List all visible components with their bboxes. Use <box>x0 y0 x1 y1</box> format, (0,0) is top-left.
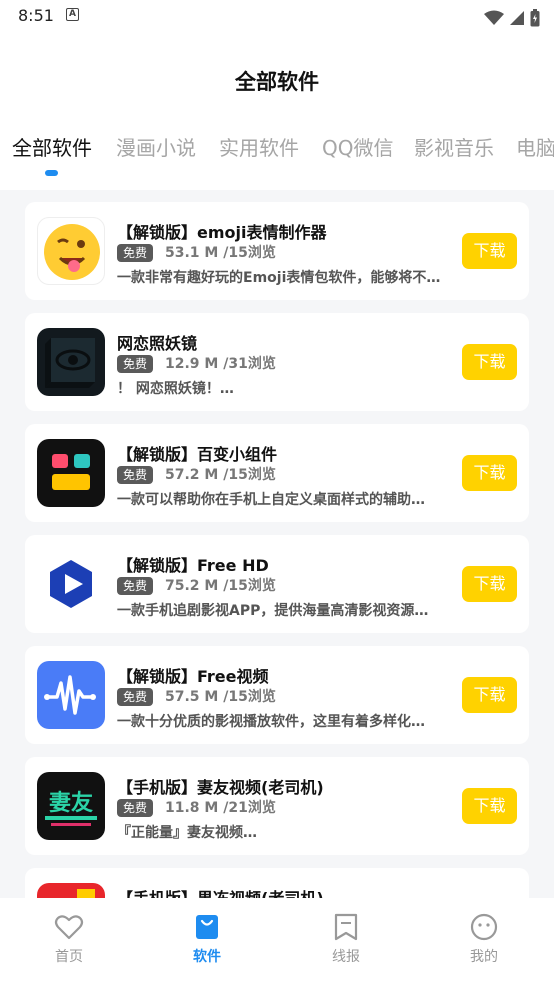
nav-software[interactable]: 软件 <box>167 912 247 966</box>
nav-home-label: 首页 <box>55 949 83 965</box>
tab-comics-novels[interactable]: 漫画小说 <box>116 132 196 161</box>
play-hexagon-icon <box>37 550 105 618</box>
app-name: 【手机版】妻友视频(老司机) <box>117 778 324 797</box>
wifi-icon <box>483 10 504 25</box>
download-button[interactable]: 下载 <box>462 455 517 491</box>
app-description: ！ 网恋照妖镜！… <box>117 381 234 397</box>
app-meta: 11.8 M /21浏览 <box>165 800 276 816</box>
free-badge: 免费 <box>117 244 154 262</box>
app-description: 『正能量』妻友视频… <box>117 825 257 841</box>
heart-icon <box>54 915 84 940</box>
emoji-face-icon <box>37 217 105 285</box>
smiley-icon <box>470 913 498 941</box>
battery-icon <box>530 8 540 26</box>
status-bar: 8:51 A <box>0 0 554 32</box>
bag-icon <box>196 915 218 939</box>
app-name: 【解锁版】Free HD <box>117 556 269 575</box>
status-time: 8:51 <box>18 6 54 25</box>
download-button[interactable]: 下载 <box>462 788 517 824</box>
app-meta: 57.5 M /15浏览 <box>165 689 276 705</box>
nav-deals[interactable]: 线报 <box>306 912 386 966</box>
active-tab-indicator <box>45 170 58 176</box>
app-description: 一款手机追剧影视APP，提供海量高清影视资源… <box>117 603 429 619</box>
app-name: 【解锁版】百变小组件 <box>117 445 278 464</box>
waveform-icon <box>37 661 105 729</box>
icon-text: 妻友 <box>49 790 93 816</box>
tab-video-music[interactable]: 影视音乐 <box>414 132 494 161</box>
app-card[interactable]: 妻友 【手机版】妻友视频(老司机) 免费 11.8 M /21浏览 『正能量』妻… <box>25 757 529 855</box>
nav-deals-label: 线报 <box>332 949 360 965</box>
app-card[interactable]: 【手机版】果冻视频(老司机) 下载 <box>25 868 529 898</box>
notification-a-icon: A <box>66 8 79 21</box>
page-title: 全部软件 <box>235 70 319 94</box>
tab-qq-wechat[interactable]: QQ微信 <box>322 132 393 161</box>
bottom-navigation: 首页 软件 线报 我的 <box>0 898 554 984</box>
app-name: 网恋照妖镜 <box>117 334 198 353</box>
tab-all-software[interactable]: 全部软件 <box>12 132 92 161</box>
nav-profile[interactable]: 我的 <box>444 912 524 966</box>
app-card[interactable]: 【解锁版】百变小组件 免费 57.2 M /15浏览 一款可以帮助你在手机上自定… <box>25 424 529 522</box>
app-name: 【手机版】果冻视频(老司机) <box>117 885 324 898</box>
category-tabs: 全部软件 漫画小说 实用软件 QQ微信 影视音乐 电脑 <box>0 132 554 172</box>
download-button[interactable]: 下载 <box>462 233 517 269</box>
free-badge: 免费 <box>117 577 154 595</box>
tab-utility-software[interactable]: 实用软件 <box>219 132 299 161</box>
bookmark-icon <box>334 913 358 941</box>
qiyou-logo-icon: 妻友 <box>37 772 105 840</box>
app-list: 【解锁版】emoji表情制作器 免费 53.1 M /15浏览 一款非常有趣好玩… <box>0 190 554 898</box>
nav-home[interactable]: 首页 <box>29 912 109 966</box>
free-badge: 免费 <box>117 799 154 817</box>
free-badge: 免费 <box>117 355 154 373</box>
signal-icon <box>509 10 524 25</box>
download-button[interactable]: 下载 <box>462 344 517 380</box>
download-button[interactable]: 下载 <box>462 566 517 602</box>
app-description: 一款非常有趣好玩的Emoji表情包软件，能够将不… <box>117 270 441 286</box>
app-name: 【解锁版】Free视频 <box>117 667 269 686</box>
app-card[interactable]: 【解锁版】Free HD 免费 75.2 M /15浏览 一款手机追剧影视APP… <box>25 535 529 633</box>
header: 全部软件 全部软件 漫画小说 实用软件 QQ微信 影视音乐 电脑 <box>0 32 554 190</box>
free-badge: 免费 <box>117 688 154 706</box>
eye-cube-icon <box>37 328 105 396</box>
app-description: 一款可以帮助你在手机上自定义桌面样式的辅助… <box>117 492 425 508</box>
jelly-logo-icon <box>37 883 105 898</box>
app-meta: 53.1 M /15浏览 <box>165 245 276 261</box>
status-icons <box>483 7 540 26</box>
app-description: 一款十分优质的影视播放软件，这里有着多样化… <box>117 714 425 730</box>
nav-profile-label: 我的 <box>470 949 498 965</box>
app-meta: 57.2 M /15浏览 <box>165 467 276 483</box>
app-card[interactable]: 【解锁版】emoji表情制作器 免费 53.1 M /15浏览 一款非常有趣好玩… <box>25 202 529 300</box>
nav-software-label: 软件 <box>193 949 221 965</box>
app-meta: 12.9 M /31浏览 <box>165 356 276 372</box>
tab-computer[interactable]: 电脑 <box>516 132 554 161</box>
app-name: 【解锁版】emoji表情制作器 <box>117 223 327 242</box>
app-card[interactable]: 【解锁版】Free视频 免费 57.5 M /15浏览 一款十分优质的影视播放软… <box>25 646 529 744</box>
widget-blocks-icon <box>37 439 105 507</box>
app-card[interactable]: 网恋照妖镜 免费 12.9 M /31浏览 ！ 网恋照妖镜！… 下载 <box>25 313 529 411</box>
download-button[interactable]: 下载 <box>462 677 517 713</box>
free-badge: 免费 <box>117 466 154 484</box>
app-meta: 75.2 M /15浏览 <box>165 578 276 594</box>
